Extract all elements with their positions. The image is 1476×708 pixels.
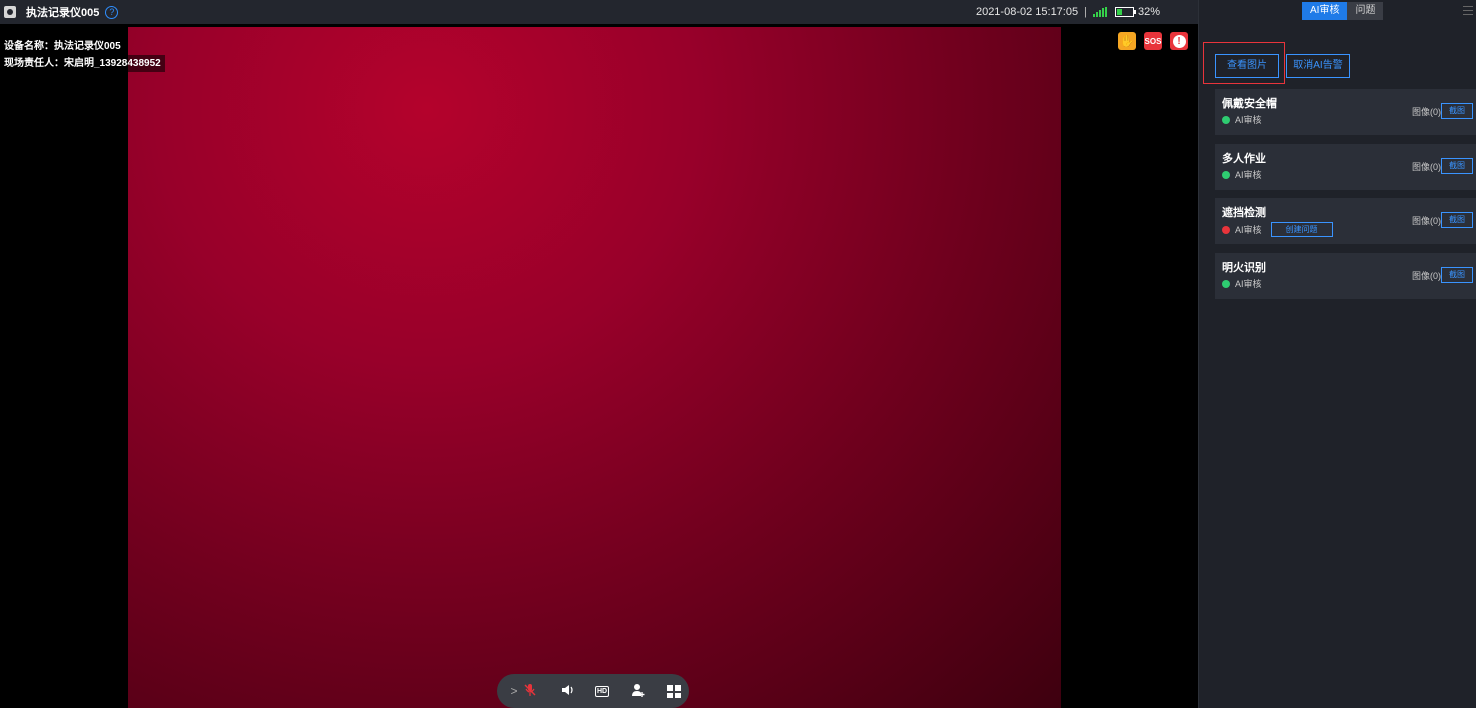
separator: | xyxy=(1084,6,1087,18)
status-label: AI审核 xyxy=(1235,115,1262,125)
camera-device-icon xyxy=(4,6,16,18)
sos-icon[interactable]: SOS xyxy=(1144,32,1162,50)
mic-muted-icon[interactable] xyxy=(521,683,539,700)
overlay-responsible: 现场责任人：宋启明_13928438952 xyxy=(0,55,165,72)
menu-icon[interactable] xyxy=(1463,5,1473,15)
create-issue-button[interactable]: 创建问题 xyxy=(1270,222,1333,237)
video-area: 设备名称：执法记录仪005 现场责任人：宋启明_13928438952 ✋ SO… xyxy=(0,24,1198,708)
ai-item-title: 多人作业 xyxy=(1222,153,1266,165)
hd-icon[interactable]: HD xyxy=(595,685,610,697)
battery-percent: 32% xyxy=(1137,6,1160,18)
layout-icon[interactable] xyxy=(667,684,682,698)
expand-icon[interactable]: > xyxy=(507,684,521,698)
playback-controls: > HD xyxy=(497,674,689,708)
ai-review-panel: AI审核 问题 查看图片 取消AI告警 佩戴安全帽 AI审核 图像(0) 截图 … xyxy=(1198,0,1476,708)
status-label: AI审核 xyxy=(1235,170,1262,180)
status-label: AI审核 xyxy=(1235,225,1262,235)
warning-glyph: ! xyxy=(1172,34,1186,48)
status-dot xyxy=(1222,225,1230,234)
image-count[interactable]: 图像(0) xyxy=(1412,269,1441,282)
tab-ai-review[interactable]: AI审核 xyxy=(1302,2,1348,20)
view-images-button[interactable]: 查看图片 xyxy=(1215,54,1279,78)
ai-item-card: 遮挡检测 AI审核 创建问题 图像(0) 截图 xyxy=(1215,198,1476,244)
screenshot-button[interactable]: 截图 xyxy=(1441,158,1473,174)
image-count[interactable]: 图像(0) xyxy=(1412,105,1441,118)
ai-item-card: 多人作业 AI审核 图像(0) 截图 xyxy=(1215,144,1476,190)
ai-item-status: AI审核 创建问题 xyxy=(1222,222,1333,237)
panel-tabs: AI审核 问题 xyxy=(1302,2,1384,20)
warning-icon[interactable]: ! xyxy=(1170,32,1188,50)
ai-item-title: 遮挡检测 xyxy=(1222,207,1266,219)
panel-header: AI审核 问题 xyxy=(1199,0,1476,24)
ai-item-card: 明火识别 AI审核 图像(0) 截图 xyxy=(1215,253,1476,299)
ai-item-title: 明火识别 xyxy=(1222,262,1266,274)
status-label: AI审核 xyxy=(1235,279,1262,289)
status-dot xyxy=(1222,279,1230,288)
ai-item-status: AI审核 xyxy=(1222,113,1262,126)
top-bar: 执法记录仪005 ? 2021-08-02 15:17:05 | 32% xyxy=(0,0,1198,24)
hand-raise-icon[interactable]: ✋ xyxy=(1118,32,1136,50)
add-user-icon[interactable] xyxy=(629,683,647,700)
device-overlay: 设备名称：执法记录仪005 现场责任人：宋启明_13928438952 xyxy=(0,38,165,72)
ai-item-status: AI审核 xyxy=(1222,277,1262,290)
ai-item-title: 佩戴安全帽 xyxy=(1222,98,1277,110)
battery-fill xyxy=(1116,9,1122,15)
screenshot-button[interactable]: 截图 xyxy=(1441,212,1473,228)
image-count[interactable]: 图像(0) xyxy=(1412,160,1441,173)
signal-icon xyxy=(1092,7,1107,17)
speaker-icon[interactable] xyxy=(559,683,577,700)
status-dot xyxy=(1222,115,1230,124)
screenshot-button[interactable]: 截图 xyxy=(1441,267,1473,283)
cancel-ai-alarm-button[interactable]: 取消AI告警 xyxy=(1286,54,1350,78)
status-dot xyxy=(1222,170,1230,179)
alert-icons: ✋ SOS ! xyxy=(1118,32,1188,50)
status-area: 2021-08-02 15:17:05 | 32% xyxy=(976,0,1160,24)
datetime: 2021-08-02 15:17:05 xyxy=(975,6,1079,18)
ai-item-status: AI审核 xyxy=(1222,168,1262,181)
overlay-device-name: 设备名称：执法记录仪005 xyxy=(0,38,125,55)
device-title: 执法记录仪005 xyxy=(26,7,100,19)
tab-issues[interactable]: 问题 xyxy=(1347,2,1384,20)
help-icon[interactable]: ? xyxy=(105,5,119,19)
battery-icon xyxy=(1114,7,1136,17)
screenshot-button[interactable]: 截图 xyxy=(1441,103,1473,119)
video-feed[interactable] xyxy=(128,27,1061,708)
image-count[interactable]: 图像(0) xyxy=(1412,214,1441,227)
ai-item-card: 佩戴安全帽 AI审核 图像(0) 截图 xyxy=(1215,89,1476,135)
